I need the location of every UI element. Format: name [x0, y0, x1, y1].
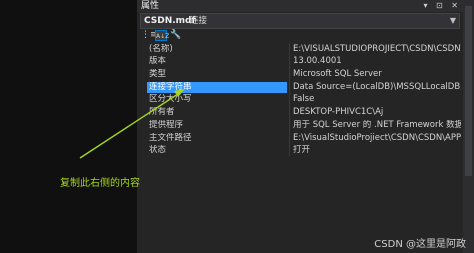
property-row[interactable]: 状态 打开 — [137, 145, 463, 156]
property-key: (名称) — [149, 44, 173, 54]
chevron-down-icon[interactable]: ▼ — [450, 14, 456, 28]
panel-title: 属性 — [141, 1, 160, 11]
properties-panel: 属性 ▾ ⊡ ✕ CSDN.mdf 连接 ▼ ⋮≡ A↓Z 🔧 (名称) E:\… — [137, 0, 463, 253]
property-value: E:\VisualStudioProjiect\CSDN\CSDN\APP_ — [293, 133, 461, 143]
annotation-text: 复制此右侧的内容 — [60, 178, 140, 189]
property-row[interactable]: 提供程序 用于 SQL Server 的 .NET Framework 数据提 — [137, 120, 463, 131]
settings-wrench-icon[interactable]: 🔧 — [170, 30, 182, 41]
sort-icon[interactable]: A↓Z — [155, 30, 169, 41]
object-name: CSDN.mdf — [144, 16, 196, 26]
window-buttons[interactable]: ▾ ⊡ ✕ — [423, 0, 461, 12]
scrollbar[interactable] — [463, 0, 474, 253]
editor-background — [0, 0, 137, 253]
property-key: 提供程序 — [149, 120, 184, 130]
property-key: 区分大小写 — [149, 94, 192, 104]
property-value: 打开 — [293, 145, 311, 155]
property-key: 连接字符串 — [147, 82, 287, 93]
property-value: Microsoft SQL Server — [293, 69, 382, 79]
property-row[interactable]: 类型 Microsoft SQL Server — [137, 69, 463, 80]
property-value: E:\VISUALSTUDIOPROJIECT\CSDN\CSDN\A — [293, 44, 461, 54]
property-row[interactable]: 所有者 DESKTOP-PHIVC1C\Aj — [137, 107, 463, 118]
property-value: Data Source=(LocalDB)\MSSQLLocalDB;At — [293, 82, 461, 92]
property-value: DESKTOP-PHIVC1C\Aj — [293, 107, 384, 117]
property-value: 13.00.4001 — [293, 56, 342, 66]
object-selector[interactable]: CSDN.mdf 连接 ▼ — [140, 13, 460, 29]
property-row[interactable]: 区分大小写 False — [137, 94, 463, 105]
property-row[interactable]: (名称) E:\VISUALSTUDIOPROJIECT\CSDN\CSDN\A — [137, 44, 463, 55]
property-row[interactable]: 版本 13.00.4001 — [137, 56, 463, 67]
property-row[interactable]: 主文件路径 E:\VisualStudioProjiect\CSDN\CSDN\… — [137, 133, 463, 144]
property-value: 用于 SQL Server 的 .NET Framework 数据提 — [293, 120, 461, 130]
property-key: 所有者 — [149, 107, 175, 117]
panel-titlebar: 属性 ▾ ⊡ ✕ — [137, 0, 463, 12]
property-grid-icon[interactable]: ⋮≡ — [141, 30, 158, 41]
object-type: 连接 — [190, 16, 208, 26]
property-key: 状态 — [149, 145, 167, 155]
property-key: 主文件路径 — [149, 133, 192, 143]
properties-toolbar: ⋮≡ A↓Z 🔧 — [137, 29, 463, 42]
property-value: False — [293, 94, 315, 104]
property-key: 类型 — [149, 69, 167, 79]
scrollbar-thumb[interactable] — [465, 6, 472, 176]
property-key: 版本 — [149, 56, 167, 66]
property-row-selected[interactable]: 连接字符串 Data Source=(LocalDB)\MSSQLLocalDB… — [137, 82, 463, 93]
watermark: CSDN @这里是阿政 — [374, 239, 466, 250]
